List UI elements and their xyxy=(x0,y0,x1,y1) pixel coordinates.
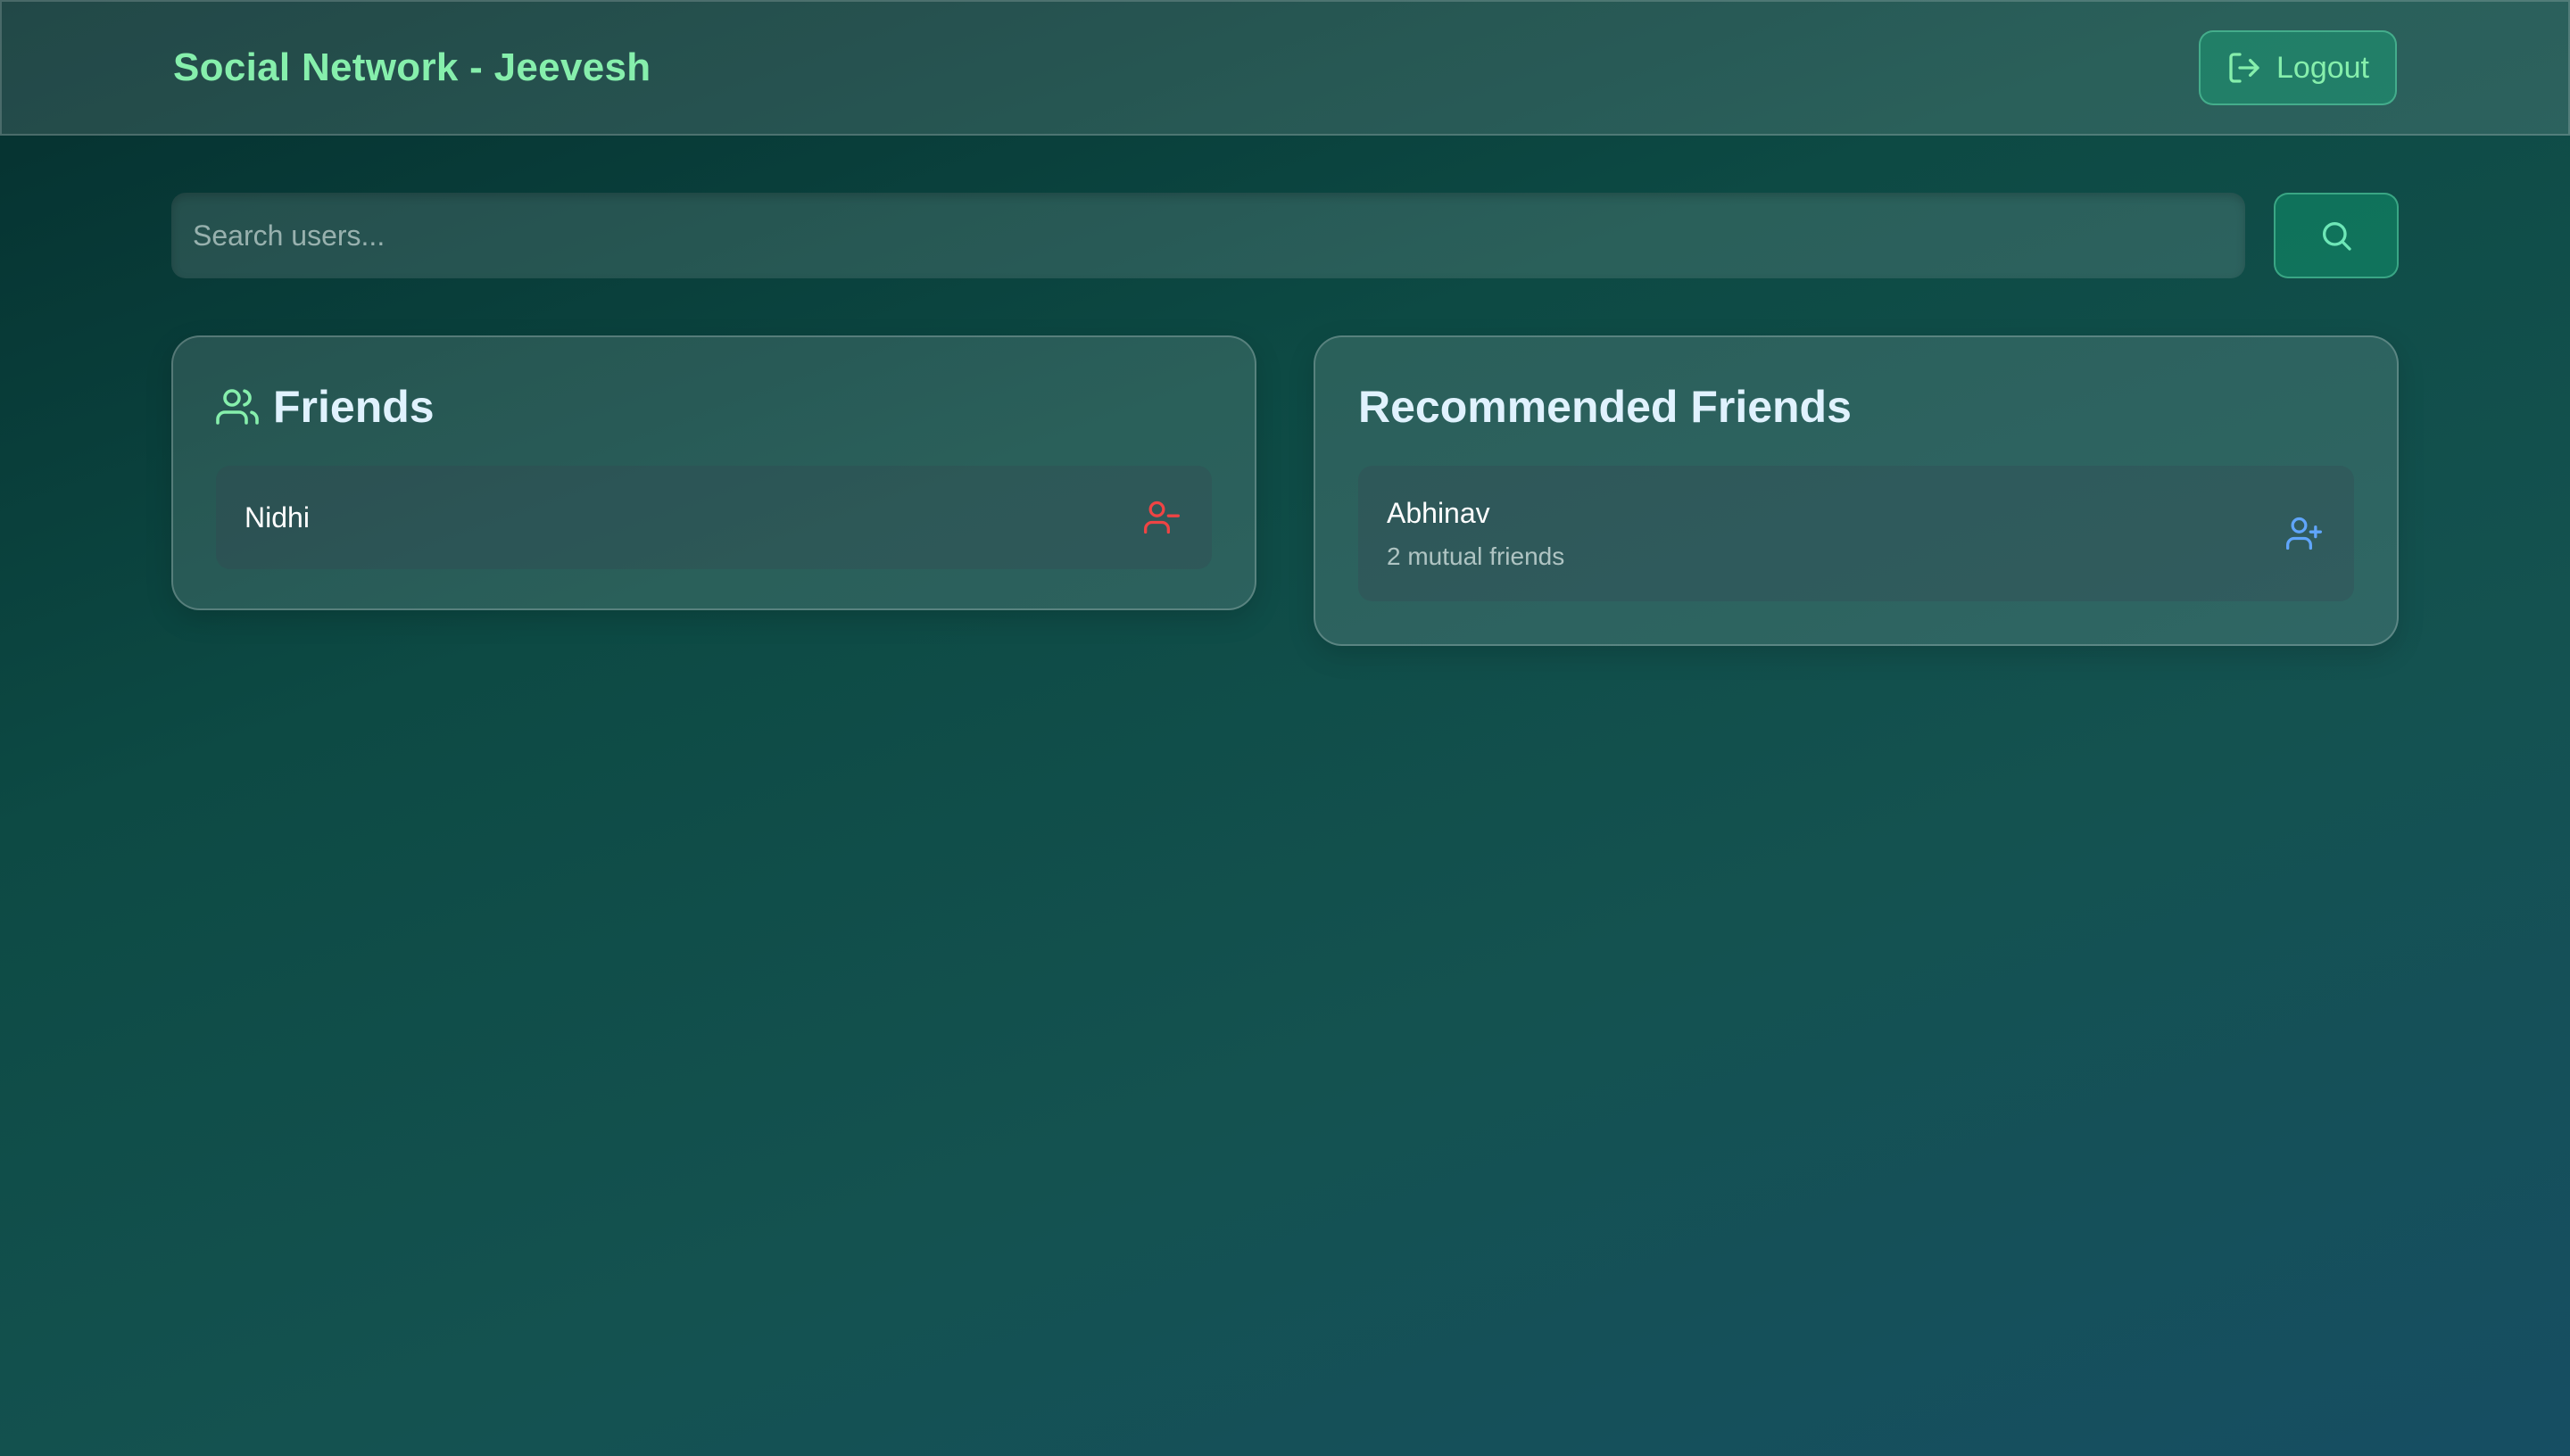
friends-card: Friends Nidhi xyxy=(171,335,1256,610)
search-icon xyxy=(2323,221,2351,251)
friend-name: Nidhi xyxy=(245,500,310,534)
user-plus-icon xyxy=(2286,517,2322,550)
logout-icon xyxy=(2229,53,2259,83)
user-minus-icon xyxy=(1144,500,1180,534)
logout-button[interactable]: Logout xyxy=(2199,30,2397,105)
recommended-title: Recommended Friends xyxy=(1358,382,1852,432)
search-bar xyxy=(171,193,2399,278)
recommended-card: Recommended Friends Abhinav 2 mutual fri… xyxy=(1314,335,2399,646)
recommended-name: Abhinav xyxy=(1387,496,1490,529)
search-button[interactable] xyxy=(2274,193,2399,278)
top-bar: Social Network - Jeevesh Logout xyxy=(0,0,2570,136)
friend-list-item: Nidhi xyxy=(216,466,1212,569)
recommended-info: Abhinav 2 mutual friends xyxy=(1387,497,1564,571)
friends-title: Friends xyxy=(273,382,435,432)
search-input[interactable] xyxy=(171,193,2245,278)
recommended-header: Recommended Friends xyxy=(1358,380,2354,434)
remove-friend-button[interactable] xyxy=(1140,496,1183,539)
add-friend-button[interactable] xyxy=(2283,512,2325,555)
app-title: Social Network - Jeevesh xyxy=(173,46,651,89)
users-icon xyxy=(216,389,259,425)
friends-header: Friends xyxy=(216,380,1212,434)
mutual-friends-count: 2 mutual friends xyxy=(1387,542,1565,570)
recommended-list-item: Abhinav 2 mutual friends xyxy=(1358,466,2354,601)
logout-label: Logout xyxy=(2276,50,2369,85)
